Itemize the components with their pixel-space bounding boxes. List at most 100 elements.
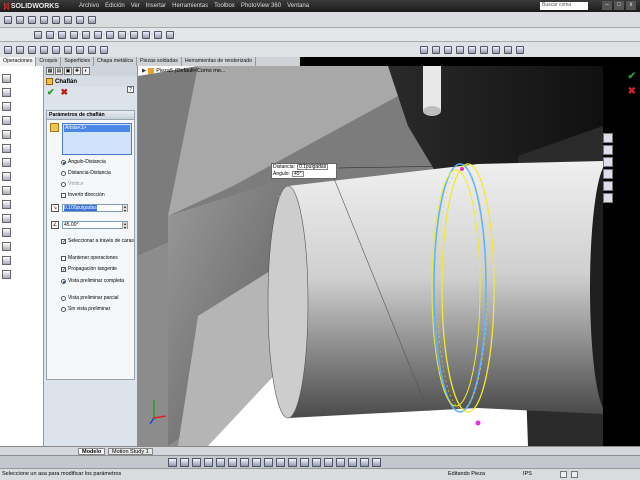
new-file-icon[interactable] bbox=[4, 16, 12, 24]
angle-distance-option[interactable]: Ángulo-Distancia bbox=[61, 159, 135, 166]
confirm-cancel-icon[interactable]: ✖ bbox=[628, 86, 636, 97]
selected-edges-list[interactable]: Arista<1> bbox=[62, 123, 132, 155]
extrude-icon[interactable] bbox=[34, 31, 42, 39]
select-icon[interactable] bbox=[64, 16, 72, 24]
tool-icon[interactable] bbox=[2, 256, 11, 265]
line-icon[interactable] bbox=[28, 46, 36, 54]
solidworks-resources-icon[interactable] bbox=[603, 133, 613, 143]
confirm-ok-icon[interactable]: ✔ bbox=[628, 71, 636, 82]
tool-icon[interactable] bbox=[336, 458, 345, 467]
tab-croquis[interactable]: Croquis bbox=[36, 57, 62, 66]
tool-icon[interactable] bbox=[2, 270, 11, 279]
help-icon[interactable] bbox=[571, 471, 578, 478]
radio-no-preview[interactable] bbox=[61, 307, 66, 312]
tool-icon[interactable] bbox=[2, 88, 11, 97]
tab-modelo[interactable]: Modelo bbox=[78, 448, 106, 455]
view-palette-icon[interactable] bbox=[603, 169, 613, 179]
search-commands-input[interactable]: Buscar coma bbox=[540, 2, 588, 10]
tool-icon[interactable] bbox=[2, 130, 11, 139]
tool-icon[interactable] bbox=[240, 458, 249, 467]
revolve-icon[interactable] bbox=[46, 31, 54, 39]
tab-superficies[interactable]: Superficies bbox=[61, 57, 94, 66]
trim-icon[interactable] bbox=[88, 46, 96, 54]
angle-field[interactable]: 45.00° ▴ ▾ bbox=[62, 221, 128, 229]
checkbox-keep-features[interactable] bbox=[61, 256, 66, 261]
tool-icon[interactable] bbox=[180, 458, 189, 467]
tool-icon[interactable] bbox=[2, 102, 11, 111]
tool-icon[interactable] bbox=[2, 200, 11, 209]
file-explorer-icon[interactable] bbox=[603, 157, 613, 167]
tool-icon[interactable] bbox=[192, 458, 201, 467]
radio-angle-distance[interactable] bbox=[61, 160, 66, 165]
cut-revolve-icon[interactable] bbox=[94, 31, 102, 39]
cut-extrude-icon[interactable] bbox=[82, 31, 90, 39]
menu-herramientas[interactable]: Herramientas bbox=[172, 3, 208, 9]
full-preview-option[interactable]: Vista preliminar completa bbox=[61, 278, 135, 285]
zoom-area-icon[interactable] bbox=[432, 46, 440, 54]
previous-view-icon[interactable] bbox=[444, 46, 452, 54]
view-orientation-icon[interactable] bbox=[468, 46, 476, 54]
feature-breadcrumb[interactable]: ▶ Pieza5 (Default<Como me... bbox=[142, 68, 225, 74]
tool-icon[interactable] bbox=[2, 144, 11, 153]
list-item[interactable]: Arista<1> bbox=[64, 125, 130, 132]
checkbox-tangent-propagation[interactable]: ✓ bbox=[61, 267, 66, 273]
fillet-icon[interactable] bbox=[106, 31, 114, 39]
pattern-icon[interactable] bbox=[130, 31, 138, 39]
rib-icon[interactable] bbox=[142, 31, 150, 39]
units-indicator[interactable]: IPS bbox=[523, 471, 532, 477]
tool-icon[interactable] bbox=[288, 458, 297, 467]
partial-preview-option[interactable]: Vista preliminar parcial bbox=[61, 295, 135, 302]
rebuild-icon[interactable] bbox=[76, 16, 84, 24]
tool-icon[interactable] bbox=[2, 172, 11, 181]
tool-icon[interactable] bbox=[300, 458, 309, 467]
offset-icon[interactable] bbox=[100, 46, 108, 54]
configuration-tab-icon[interactable]: ▣ bbox=[64, 67, 72, 75]
drag-handle-top[interactable] bbox=[460, 167, 464, 171]
menu-photoview[interactable]: PhotoView 360 bbox=[241, 3, 281, 9]
graphics-area[interactable]: ▶ Pieza5 (Default<Como me... Distancia: … bbox=[138, 66, 603, 446]
tool-icon[interactable] bbox=[312, 458, 321, 467]
no-preview-option[interactable]: Sin vista preliminar bbox=[61, 306, 135, 313]
tool-icon[interactable] bbox=[360, 458, 369, 467]
menu-insertar[interactable]: Insertar bbox=[146, 3, 166, 9]
close-button[interactable]: x bbox=[626, 1, 636, 10]
menu-edicion[interactable]: Edición bbox=[105, 3, 125, 9]
menu-ver[interactable]: Ver bbox=[131, 3, 140, 9]
chamfer-callout[interactable]: Distancia: 0.1pulgadas Ángulo: 45° bbox=[271, 163, 337, 179]
custom-properties-icon[interactable] bbox=[603, 193, 613, 203]
circle-icon[interactable] bbox=[52, 46, 60, 54]
tool-icon[interactable] bbox=[348, 458, 357, 467]
undo-icon[interactable] bbox=[52, 16, 60, 24]
arc-icon[interactable] bbox=[64, 46, 72, 54]
radio-full-preview[interactable] bbox=[61, 279, 66, 284]
keep-features-option[interactable]: Mantener operaciones bbox=[61, 255, 135, 262]
dimxpert-tab-icon[interactable]: ✚ bbox=[73, 67, 81, 75]
checkbox-reverse-direction[interactable] bbox=[61, 193, 66, 198]
zoom-fit-icon[interactable] bbox=[420, 46, 428, 54]
display-style-icon[interactable] bbox=[480, 46, 488, 54]
radio-distance-distance[interactable] bbox=[61, 171, 66, 176]
tool-icon[interactable] bbox=[204, 458, 213, 467]
ok-button[interactable]: ✔ bbox=[47, 87, 55, 98]
distance-spinner[interactable]: ▴ ▾ bbox=[122, 205, 127, 212]
tab-herramientas-renderizado[interactable]: Herramientas de renderizado bbox=[182, 57, 256, 66]
options-icon[interactable] bbox=[88, 16, 96, 24]
display-tab-icon[interactable]: ◐ bbox=[82, 67, 90, 75]
tool-icon[interactable] bbox=[228, 458, 237, 467]
print-icon[interactable] bbox=[40, 16, 48, 24]
tool-icon[interactable] bbox=[276, 458, 285, 467]
scene-icon[interactable] bbox=[516, 46, 524, 54]
smart-dimension-icon[interactable] bbox=[16, 46, 24, 54]
appearance-icon[interactable] bbox=[504, 46, 512, 54]
appearances-icon[interactable] bbox=[603, 181, 613, 191]
app-logo[interactable]: ᛞ SOLIDWORKS bbox=[0, 2, 59, 11]
tool-icon[interactable] bbox=[2, 158, 11, 167]
menu-archivo[interactable]: Archivo bbox=[79, 3, 99, 9]
tab-piezas-soldadas[interactable]: Piezas soldadas bbox=[137, 57, 182, 66]
tool-icon[interactable] bbox=[216, 458, 225, 467]
chamfer-icon[interactable] bbox=[118, 31, 126, 39]
tool-icon[interactable] bbox=[2, 74, 11, 83]
rectangle-icon[interactable] bbox=[40, 46, 48, 54]
menu-ventana[interactable]: Ventana bbox=[287, 3, 309, 9]
property-manager-tab-icon[interactable]: ▤ bbox=[55, 67, 63, 75]
